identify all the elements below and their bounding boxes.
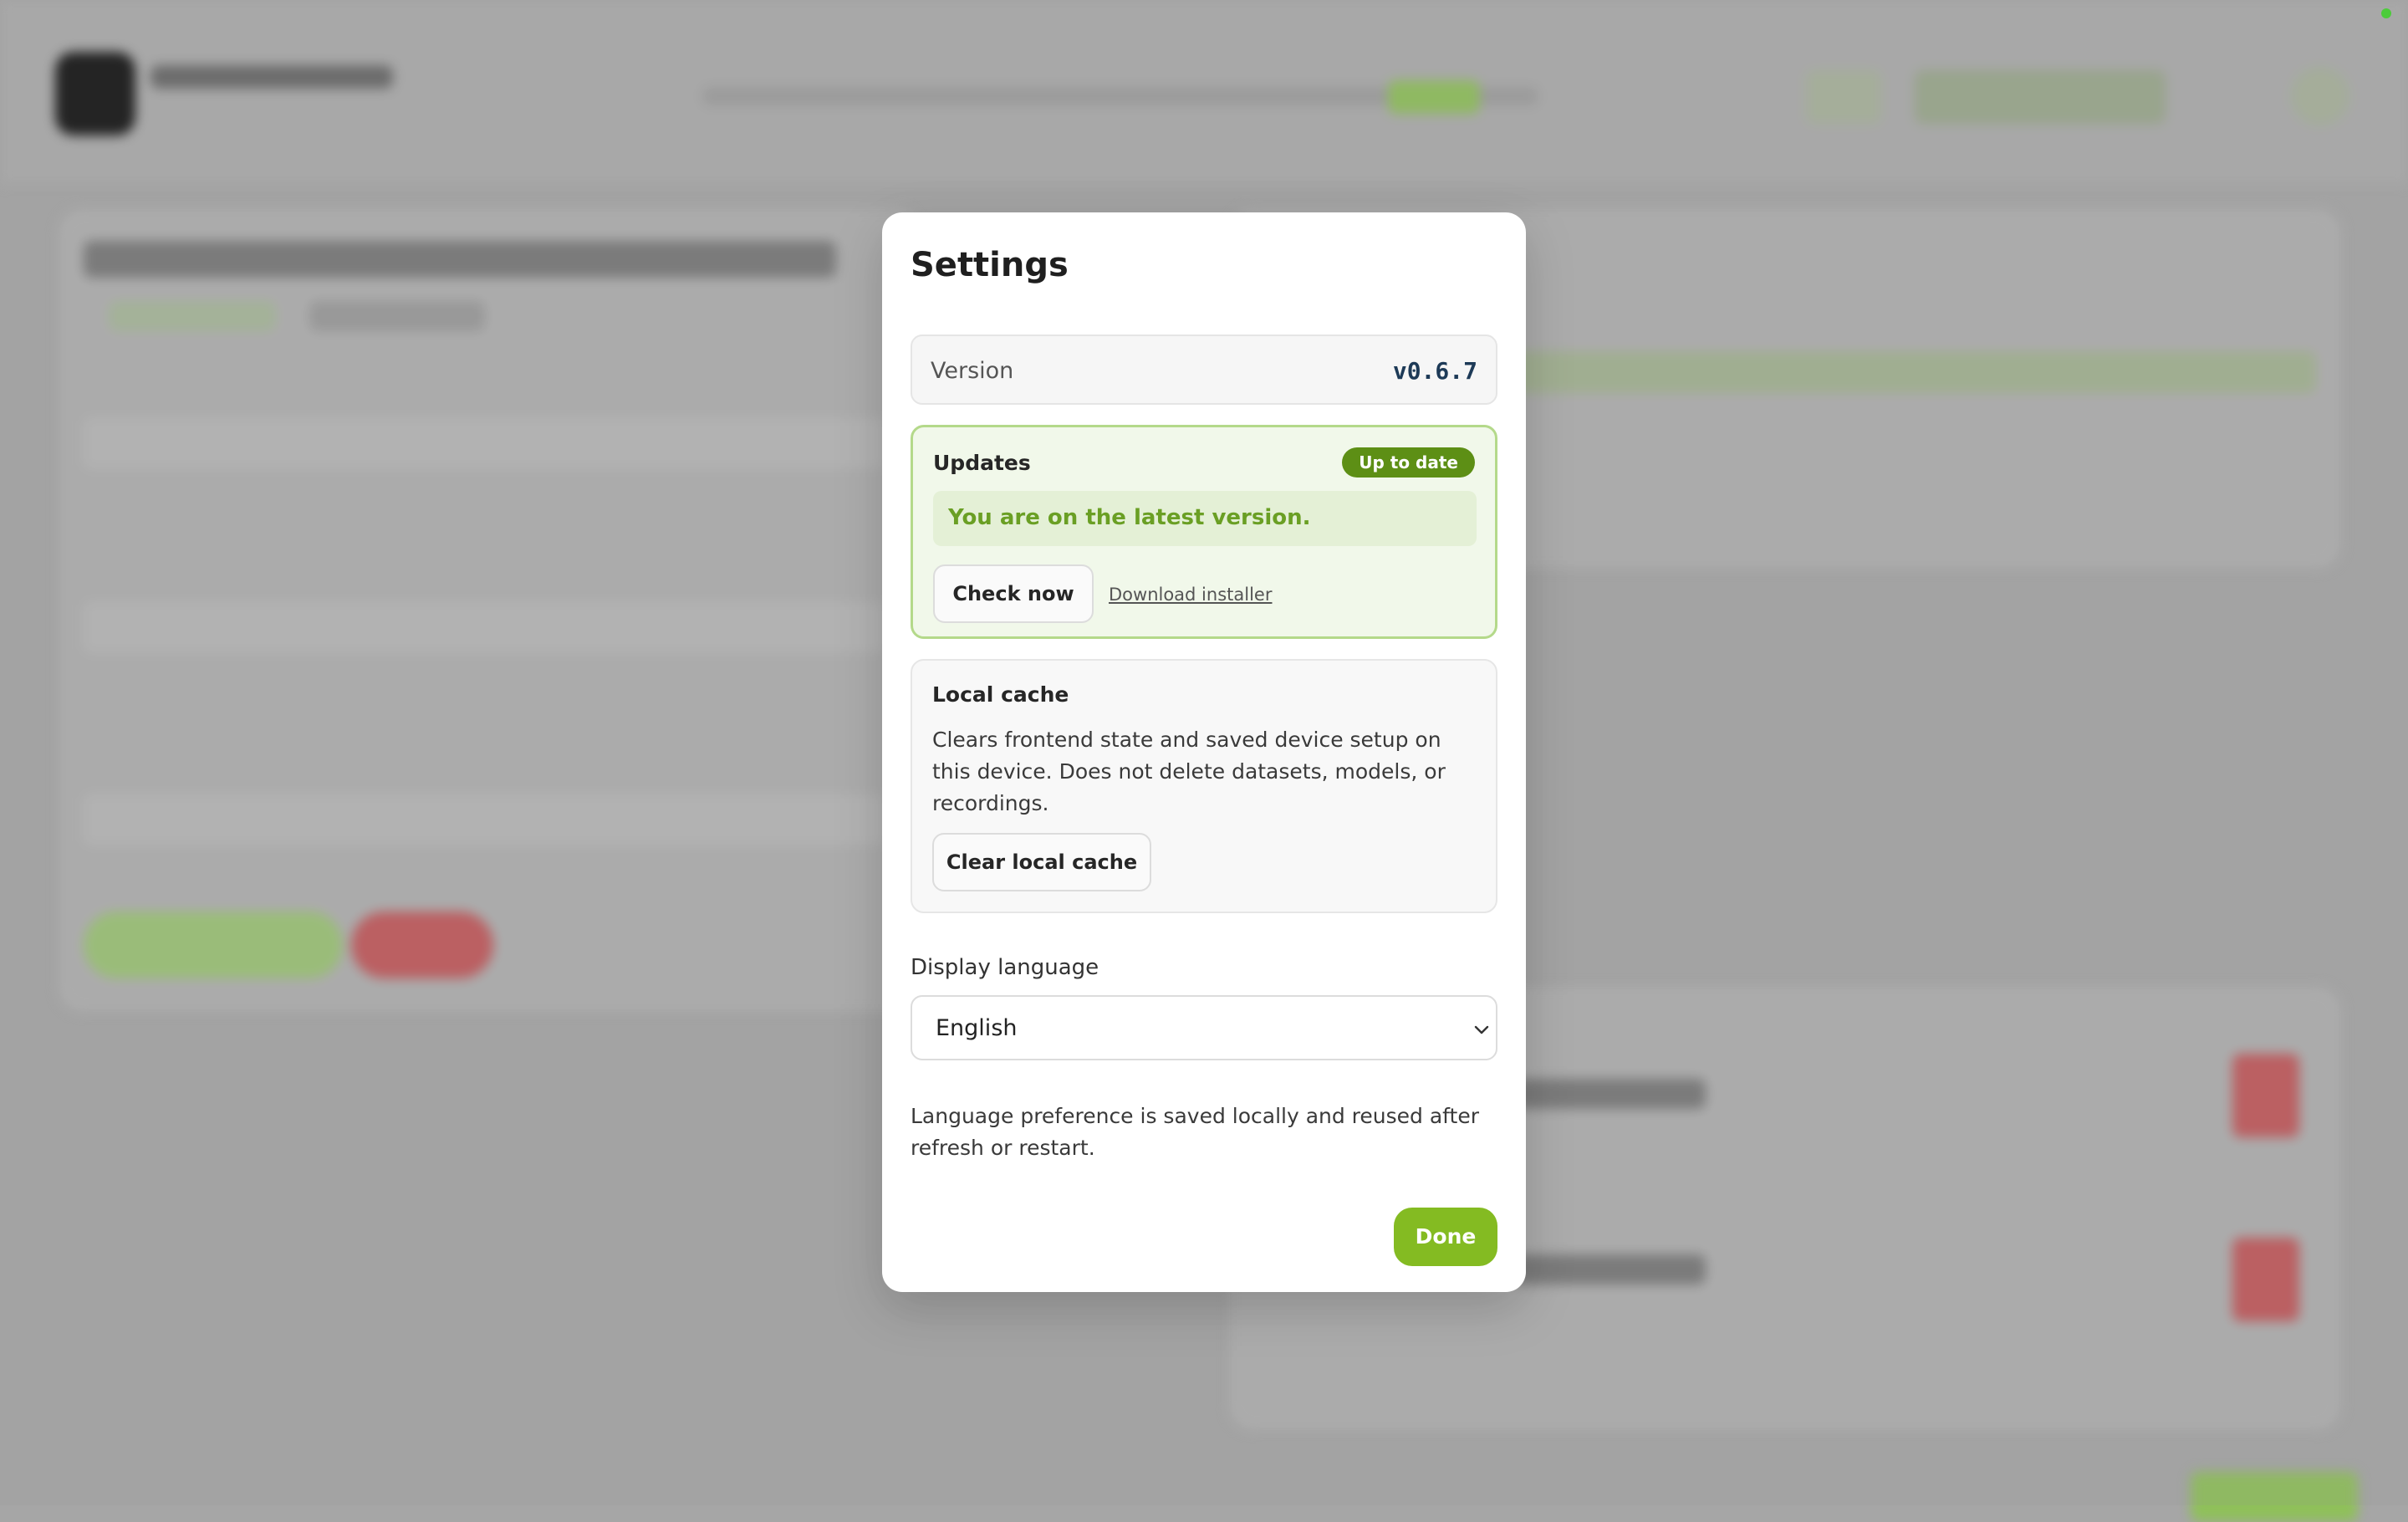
update-status-box: You are on the latest version. [933, 491, 1477, 546]
local-cache-card: Local cache Clears frontend state and sa… [911, 659, 1497, 913]
local-cache-description: Clears frontend state and saved device s… [932, 728, 1446, 815]
settings-modal: Settings Version v0.6.7 Updates Up to da… [882, 212, 1526, 1292]
update-status-message: You are on the latest version. [948, 505, 1311, 530]
version-row: Version v0.6.7 [911, 335, 1497, 405]
display-language-value: English [936, 1015, 1018, 1041]
done-button[interactable]: Done [1394, 1208, 1497, 1266]
modal-title: Settings [911, 246, 1069, 284]
version-label: Version [931, 358, 1014, 384]
local-cache-title: Local cache [932, 682, 1069, 707]
chevron-down-icon [1474, 1025, 1489, 1034]
status-indicator [2381, 8, 2391, 18]
download-installer-link[interactable]: Download installer [1109, 585, 1272, 605]
display-language-label: Display language [911, 955, 1099, 980]
status-badge: Up to date [1342, 447, 1475, 478]
updates-card: Updates Up to date You are on the latest… [911, 425, 1497, 639]
check-now-button[interactable]: Check now [933, 564, 1094, 623]
version-value: v0.6.7 [1392, 357, 1477, 385]
display-language-select[interactable]: English [911, 995, 1497, 1060]
clear-local-cache-button[interactable]: Clear local cache [932, 833, 1151, 891]
display-language-note: Language preference is saved locally and… [911, 1104, 1480, 1160]
updates-title: Updates [933, 451, 1031, 475]
